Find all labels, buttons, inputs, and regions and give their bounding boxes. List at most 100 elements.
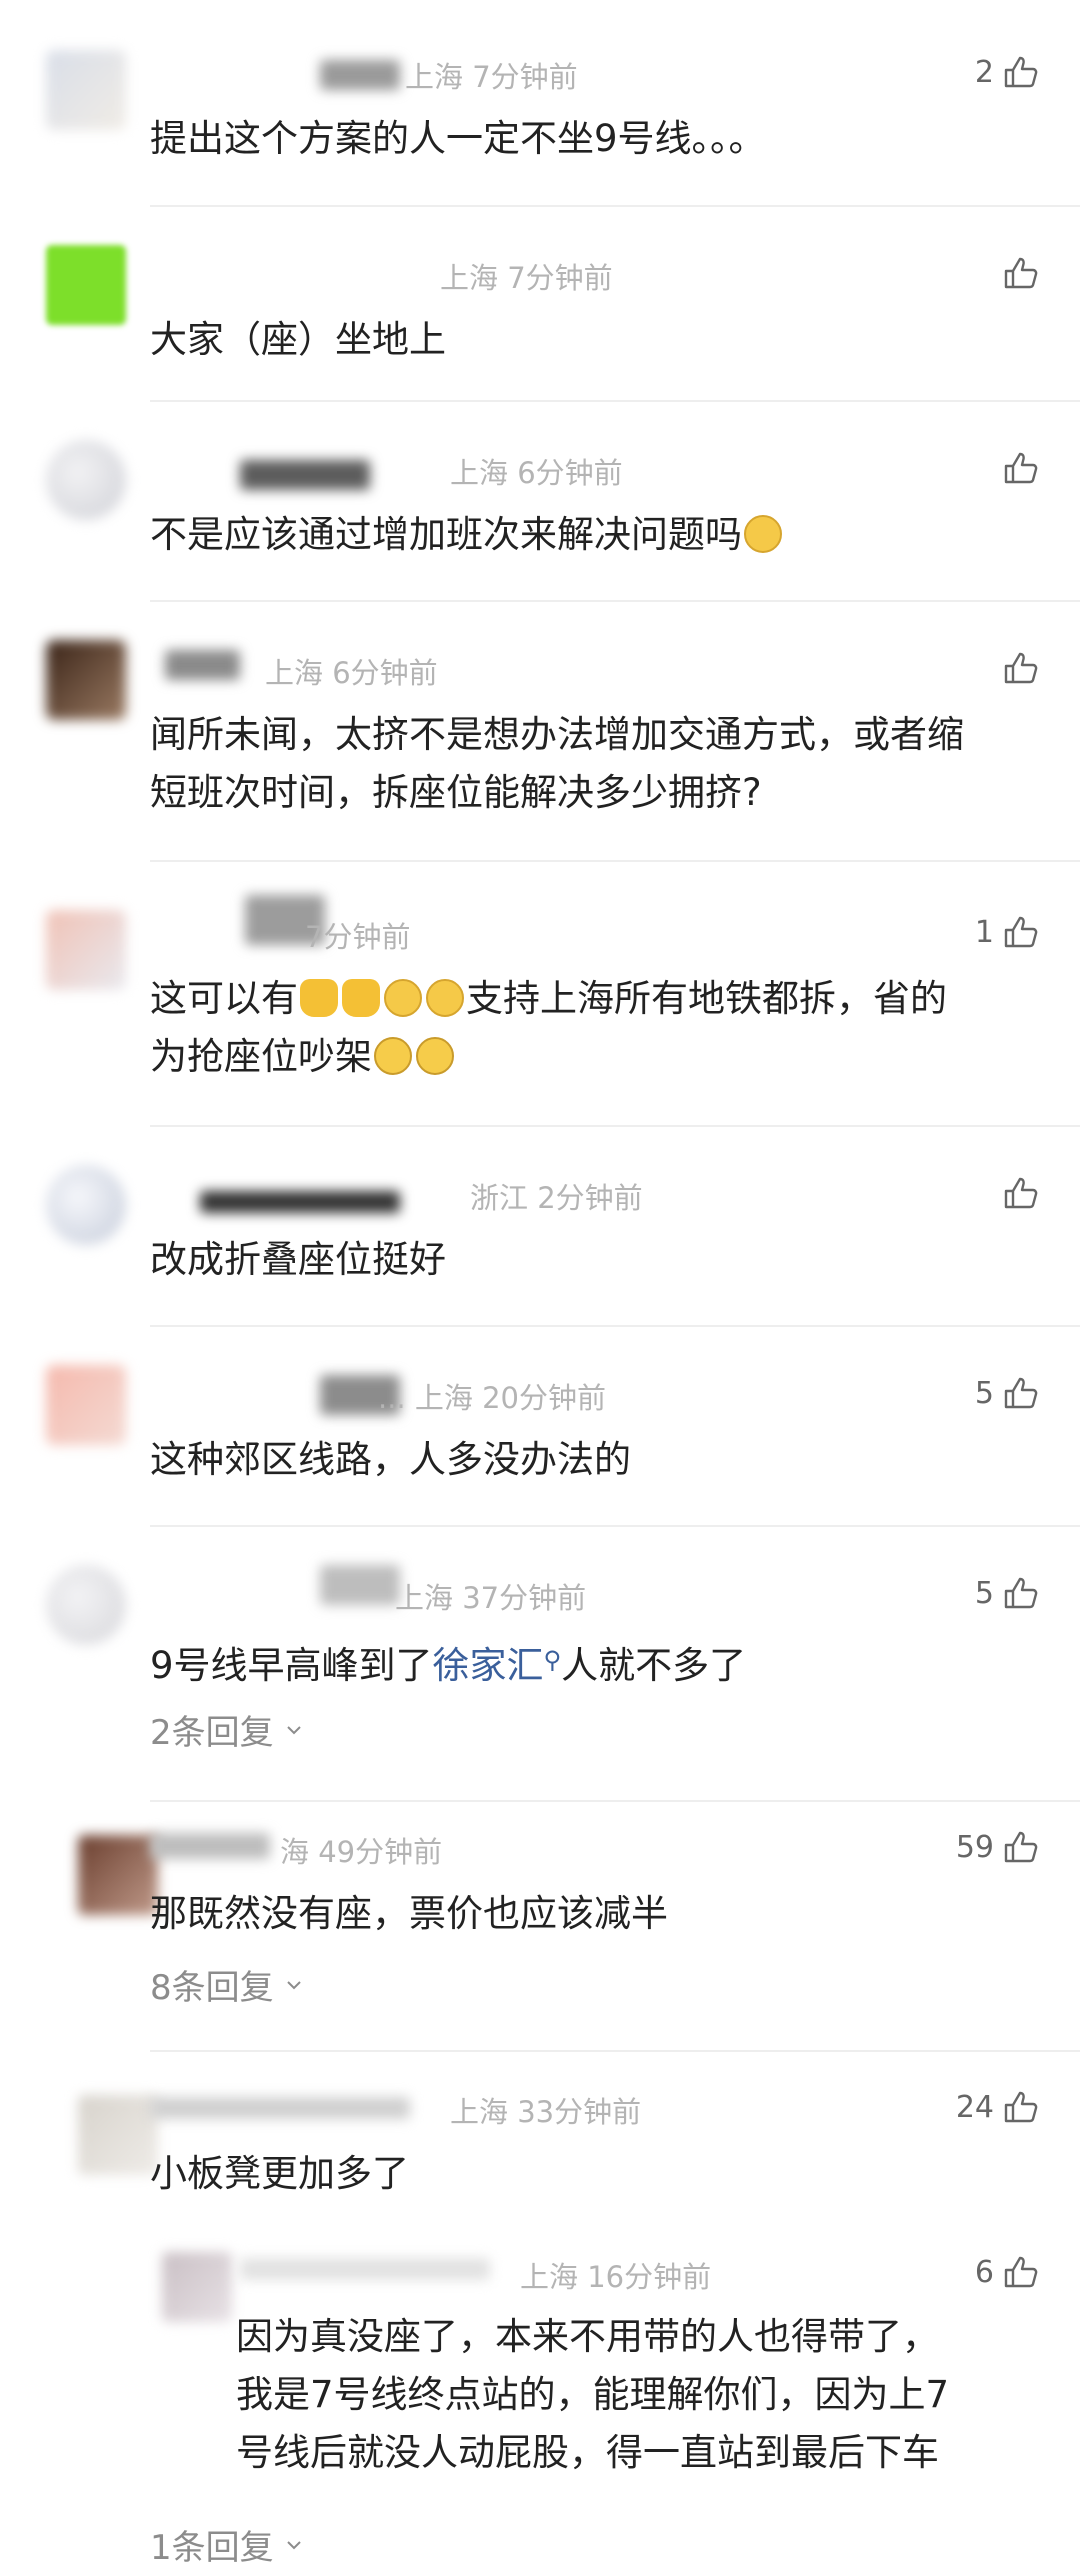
thumbs-up-icon	[1004, 1377, 1038, 1409]
divider	[150, 2050, 1080, 2052]
comment-text: 这可以有 支持上海所有地铁都拆，省的 为抢座位吵架	[150, 970, 1030, 1086]
avatar[interactable]	[46, 1365, 126, 1445]
like-button[interactable]: 59	[956, 1827, 1040, 1867]
comment-text-line: 这可以有 支持上海所有地铁都拆，省的	[150, 970, 1030, 1028]
avatar[interactable]	[78, 1835, 158, 1915]
like-button[interactable]: 1	[975, 912, 1040, 952]
topic-link-text: 徐家汇	[432, 1644, 544, 1687]
username-blurred[interactable]	[240, 2258, 490, 2280]
view-replies-button[interactable]: 8条回复	[150, 1960, 304, 2009]
reply-text: 因为真没座了，本来不用带的人也得带了， 我是7号线终点站的，能理解你们，因为上7…	[236, 2308, 1036, 2482]
username-blurred[interactable]	[150, 1833, 270, 1859]
comment-meta: 上海 33分钟前	[450, 2095, 642, 2129]
like-button[interactable]: 6	[975, 2252, 1040, 2292]
comment-text: 改成折叠座位挺好	[150, 1238, 446, 1281]
like-count: 24	[955, 2089, 994, 2125]
avatar[interactable]	[46, 50, 126, 130]
comment-text: 小板凳更加多了	[150, 2152, 409, 2195]
avatar[interactable]	[46, 440, 126, 520]
divider	[150, 1525, 1080, 1527]
thumbs-up-icon	[1004, 257, 1038, 289]
comment-meta: 海 49分钟前	[280, 1835, 443, 1869]
thumbs-up-icon	[1004, 1831, 1038, 1863]
laugh-cry-emoji-icon	[744, 515, 782, 553]
comment-text: 提出这个方案的人一定不坐9号线。。。	[150, 117, 766, 160]
chevron-down-icon	[286, 2540, 301, 2549]
thumbs-up-icon	[1004, 916, 1038, 948]
thumbs-up-icon	[1004, 2256, 1038, 2288]
like-count: 5	[974, 1575, 994, 1611]
replies-count: 2条回复	[150, 1713, 274, 1753]
thumbs-up-icon	[1004, 56, 1038, 88]
like-button[interactable]	[994, 648, 1040, 688]
like-button[interactable]: 2	[975, 52, 1040, 92]
comment-text: 那既然没有座，票价也应该减半	[150, 1892, 668, 1935]
avatar[interactable]	[162, 2252, 232, 2322]
laugh-cry-emoji-icon	[384, 979, 422, 1017]
comment-meta: 7分钟前	[305, 920, 411, 954]
like-button[interactable]	[994, 1173, 1040, 1213]
replies-count: 1条回复	[150, 2528, 274, 2568]
thumbs-up-emoji-icon	[342, 979, 380, 1017]
thumbs-up-icon	[1004, 1577, 1038, 1609]
comment-meta: 上海 7分钟前	[405, 60, 578, 94]
like-button[interactable]: 5	[975, 1373, 1040, 1413]
divider	[150, 1125, 1080, 1127]
divider	[150, 1800, 1080, 1802]
avatar[interactable]	[46, 1565, 126, 1645]
username-blurred[interactable]	[165, 650, 240, 680]
username-blurred[interactable]	[150, 2097, 410, 2119]
username-blurred[interactable]	[240, 460, 370, 490]
comment-text-part: 人就不多了	[561, 1644, 747, 1687]
divider	[150, 1325, 1080, 1327]
thumbs-up-icon	[1004, 652, 1038, 684]
comment-meta: 浙江 2分钟前	[470, 1181, 643, 1215]
divider	[150, 860, 1080, 862]
comment-text-part: 为抢座位吵架	[150, 1035, 372, 1078]
view-replies-button[interactable]: 1条回复	[150, 2520, 304, 2569]
grin-emoji-icon	[416, 1037, 454, 1075]
like-button[interactable]: 5	[975, 1573, 1040, 1613]
username-blurred[interactable]	[200, 1191, 400, 1213]
comment-text-part: 9号线早高峰到了	[150, 1644, 433, 1687]
comment-meta: 上海 7分钟前	[440, 261, 613, 295]
username-blurred[interactable]	[320, 1565, 400, 1605]
topic-link[interactable]: 徐家汇⚲	[433, 1644, 562, 1687]
thumbs-up-icon	[1004, 452, 1038, 484]
like-count: 1	[974, 914, 994, 950]
avatar[interactable]	[46, 640, 126, 720]
avatar[interactable]	[46, 1165, 126, 1245]
avatar[interactable]	[78, 2095, 158, 2175]
comment-meta: 上海 6分钟前	[450, 456, 623, 490]
divider	[150, 205, 1080, 207]
view-replies-button[interactable]: 2条回复	[150, 1705, 304, 1754]
comment-text-body: 不是应该通过增加班次来解决问题吗	[150, 513, 742, 556]
comment-text-line: 闻所未闻，太挤不是想办法增加交通方式，或者缩	[150, 713, 964, 756]
thumbs-up-icon	[1004, 1177, 1038, 1209]
reply-meta: 上海 16分钟前	[520, 2260, 712, 2294]
comment-text-line: 短班次时间，拆座位能解决多少拥挤?	[150, 771, 762, 814]
username-blurred[interactable]	[320, 60, 400, 90]
like-button[interactable]	[994, 448, 1040, 488]
like-count: 59	[955, 1829, 994, 1865]
avatar[interactable]	[46, 245, 126, 325]
comment-text: 不是应该通过增加班次来解决问题吗	[150, 506, 1030, 564]
like-button[interactable]	[994, 253, 1040, 293]
grin-emoji-icon	[374, 1037, 412, 1075]
thumbs-up-emoji-icon	[300, 979, 338, 1017]
avatar[interactable]	[46, 910, 126, 990]
like-count: 6	[974, 2254, 994, 2290]
thumbs-up-icon	[1004, 2091, 1038, 2123]
chevron-down-icon	[286, 1725, 301, 1734]
comment-text-part: 这可以有	[150, 977, 298, 1020]
comment-meta: 上海 6分钟前	[265, 656, 438, 690]
replies-count: 8条回复	[150, 1968, 274, 2008]
like-button[interactable]: 24	[956, 2087, 1040, 2127]
comment-meta: ... 上海 20分钟前	[378, 1381, 606, 1415]
comment-text-part: 支持上海所有地铁都拆，省的	[466, 977, 947, 1020]
chevron-down-icon	[286, 1980, 301, 1989]
comment-text: 这种郊区线路，人多没办法的	[150, 1438, 631, 1481]
like-count: 5	[974, 1375, 994, 1411]
comment-text: 9号线早高峰到了徐家汇⚲人就不多了	[150, 1631, 1030, 1695]
like-count: 2	[974, 54, 994, 90]
